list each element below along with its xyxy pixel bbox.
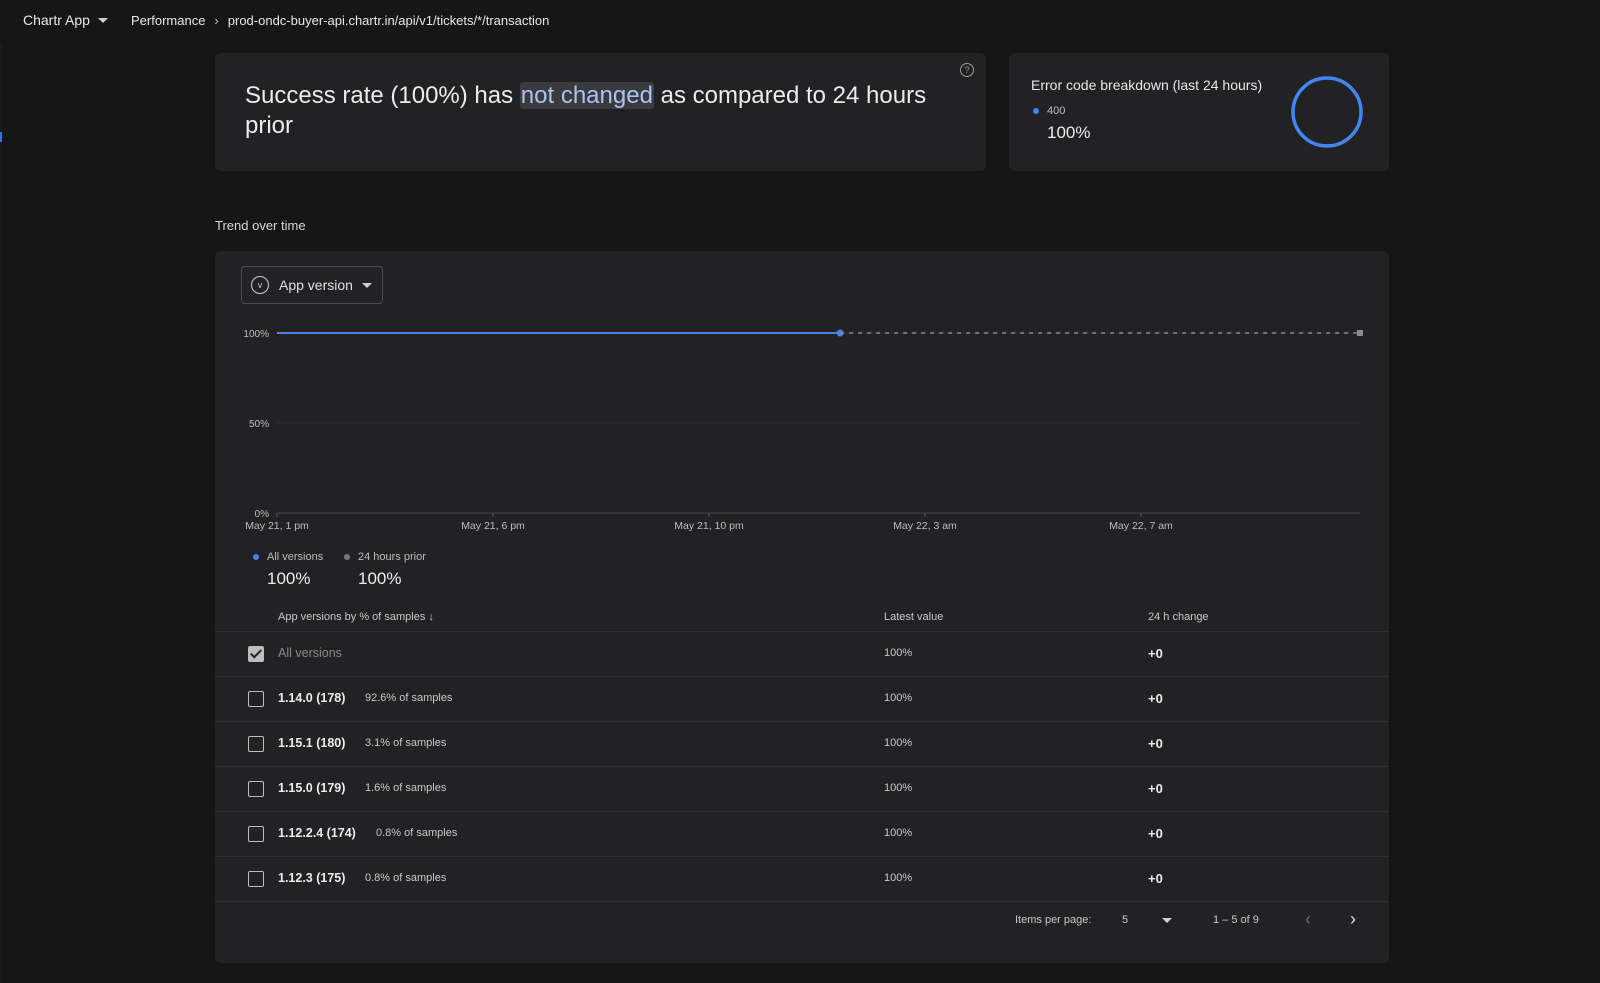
x-tick-label: May 22, 7 am (1109, 520, 1173, 532)
version-samples: 1.6% of samples (365, 782, 447, 794)
table-row[interactable]: 1.12.3 (175) 0.8% of samples 100% +0 (215, 857, 1389, 902)
version-checkbox[interactable] (248, 826, 264, 842)
version-name: 1.12.2.4 (174) (278, 826, 356, 840)
version-name: 1.15.1 (180) (278, 736, 346, 750)
x-tick-label: May 21, 6 pm (461, 520, 525, 532)
left-rail (0, 44, 2, 983)
arrow-down-icon: ↓ (428, 611, 434, 623)
trend-card: v App version 100% 50% 0% May 21, 1 pm May 2… (215, 251, 1389, 963)
error-code: 400 (1047, 105, 1066, 117)
summary-card: Success rate (100%) has not changed as c… (215, 53, 986, 171)
version-checkbox[interactable] (248, 646, 264, 662)
y-tick-label: 50% (249, 419, 269, 430)
change-value: +0 (1148, 871, 1163, 886)
rail-indicator (0, 132, 2, 142)
app-name: Chartr App (23, 12, 90, 28)
breadcrumb: Performance › prod-ondc-buyer-api.chartr… (131, 13, 549, 28)
latest-value: 100% (884, 737, 913, 749)
x-tick-label: May 21, 10 pm (674, 520, 744, 532)
y-tick-label: 0% (255, 509, 270, 520)
version-name: 1.12.3 (175) (278, 871, 346, 885)
donut-slice-400 (1291, 76, 1363, 148)
latest-value: 100% (884, 647, 913, 659)
latest-value: 100% (884, 827, 913, 839)
version-samples: 0.8% of samples (376, 827, 458, 839)
version-samples: 0.8% of samples (365, 872, 447, 884)
legend-dot (344, 554, 350, 560)
version-checkbox[interactable] (248, 691, 264, 707)
table-row[interactable]: All versions 100% +0 (215, 632, 1389, 677)
error-donut-chart (1291, 76, 1363, 148)
latest-value: 100% (884, 692, 913, 704)
version-name: 1.15.0 (179) (278, 781, 346, 795)
header-app-versions[interactable]: App versions by % of samples ↓ (278, 611, 434, 623)
legend-all-versions: All versions (253, 551, 323, 563)
table-row[interactable]: 1.12.2.4 (174) 0.8% of samples 100% +0 (215, 812, 1389, 857)
latest-value: 100% (884, 782, 913, 794)
error-percent: 100% (1047, 123, 1091, 142)
chevron-down-icon[interactable] (1162, 918, 1172, 923)
previous-page-button[interactable]: ‹ (1305, 909, 1311, 930)
error-legend: 400 (1033, 105, 1065, 117)
page-range: 1 – 5 of 9 (1213, 914, 1259, 926)
version-samples: 92.6% of samples (365, 692, 453, 704)
legend-label: All versions (267, 551, 324, 563)
summary-highlight: not changed (519, 82, 654, 109)
paginator: Items per page: 5 1 – 5 of 9 ‹ › (215, 901, 1389, 941)
trend-line-chart: 100% 50% 0%May 21, 1 pm May 21, 6 pm May 21,… (243, 329, 1363, 532)
summary-pre: Success rate (100%) has (245, 82, 520, 109)
x-tick-label: May 22, 3 am (893, 520, 957, 532)
breadcrumb-performance[interactable]: Performance (131, 13, 205, 28)
legend-dot (253, 554, 259, 560)
header-label: App versions by % of samples (278, 611, 426, 623)
summary-text: Success rate (100%) has not changed as c… (245, 81, 965, 141)
legend-label: 24 hours prior (358, 551, 426, 563)
next-page-button[interactable]: › (1350, 909, 1356, 930)
change-value: +0 (1148, 736, 1163, 751)
error-breakdown-card: Error code breakdown (last 24 hours) 400… (1009, 53, 1389, 171)
x-tick-label: May 21, 1 pm (245, 520, 309, 532)
version-samples: 3.1% of samples (365, 737, 447, 749)
header-24h-change: 24 h change (1148, 611, 1209, 623)
legend-24h-prior-value: 100% (358, 569, 402, 588)
version-name: 1.14.0 (178) (278, 691, 346, 705)
help-circle-icon[interactable]: ? (960, 63, 974, 77)
series-point (1357, 330, 1363, 336)
table-header: App versions by % of samples ↓ Latest va… (215, 601, 1389, 632)
legend-all-versions-value: 100% (267, 569, 311, 588)
legend-dot (1033, 108, 1039, 114)
breadcrumb-endpoint: prod-ondc-buyer-api.chartr.in/api/v1/tic… (227, 13, 550, 28)
items-per-page-label: Items per page: (1015, 914, 1092, 926)
header-latest-value: Latest value (884, 611, 944, 623)
version-checkbox[interactable] (248, 871, 264, 887)
table-row[interactable]: 1.15.0 (179) 1.6% of samples 100% +0 (215, 767, 1389, 812)
table-row[interactable]: 1.15.1 (180) 3.1% of samples 100% +0 (215, 722, 1389, 767)
change-value: +0 (1148, 826, 1163, 841)
app-switcher[interactable]: Chartr App (23, 12, 108, 28)
error-breakdown-title: Error code breakdown (last 24 hours) (1031, 77, 1263, 93)
change-value: +0 (1148, 646, 1163, 661)
version-name: All versions (278, 646, 342, 660)
items-per-page-select[interactable]: 5 (1122, 914, 1128, 926)
version-checkbox[interactable] (248, 736, 264, 752)
legend-24h-prior: 24 hours prior (344, 551, 426, 563)
top-bar: Chartr App Performance › prod-ondc-buyer… (0, 0, 1600, 44)
latest-value: 100% (884, 872, 913, 884)
change-value: +0 (1148, 781, 1163, 796)
chevron-down-icon (97, 17, 108, 23)
trend-section-label: Trend over time (215, 218, 306, 233)
chevron-right-icon: › (214, 13, 219, 28)
change-value: +0 (1148, 691, 1163, 706)
version-checkbox[interactable] (248, 781, 264, 797)
y-tick-label: 100% (243, 329, 269, 340)
table-row[interactable]: 1.14.0 (178) 92.6% of samples 100% +0 (215, 677, 1389, 722)
